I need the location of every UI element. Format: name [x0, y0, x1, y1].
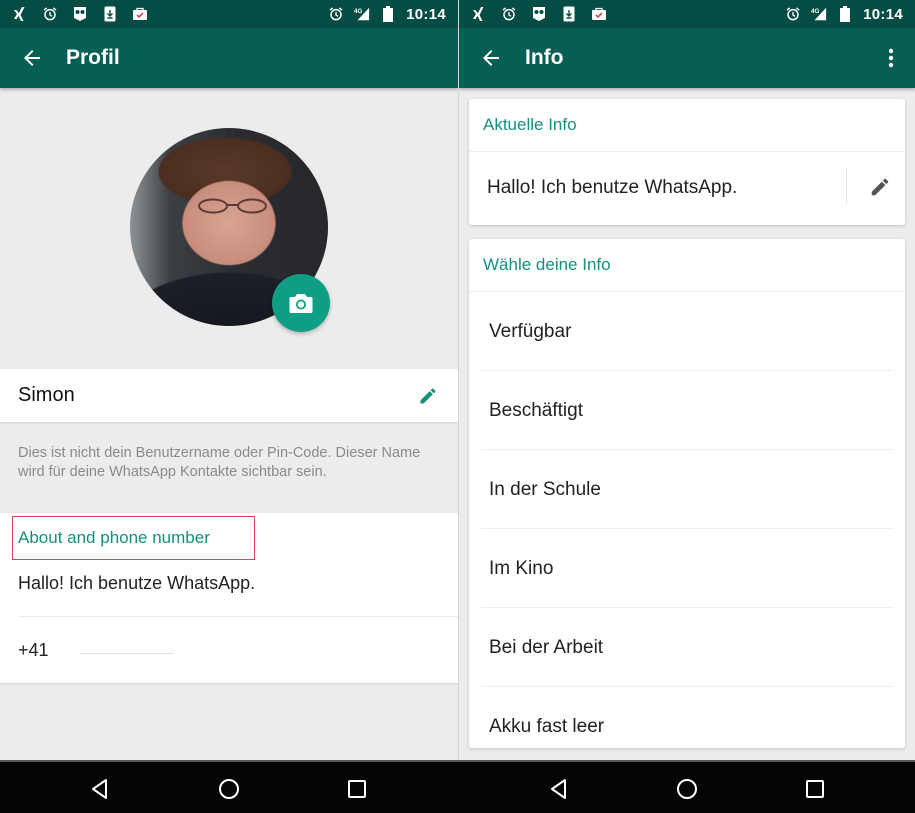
- edit-info-button[interactable]: [867, 174, 893, 200]
- current-info-text: Hallo! Ich benutze WhatsApp.: [487, 177, 738, 198]
- owl-icon: [72, 6, 88, 22]
- battery-icon: [380, 6, 396, 22]
- status-bar: 4G 10:14: [459, 0, 915, 28]
- status-bar: 4G 10:14: [0, 0, 458, 28]
- download-icon: [561, 6, 577, 22]
- overflow-menu-button[interactable]: [867, 28, 915, 88]
- name-field[interactable]: Simon: [0, 369, 458, 422]
- signal-4g-icon: 4G: [354, 6, 370, 22]
- alarm-icon: [785, 6, 801, 22]
- name-hint: Dies ist nicht dein Benutzername oder Pi…: [18, 445, 421, 480]
- alarm-icon: [328, 6, 344, 22]
- nav-back-button[interactable]: [87, 776, 113, 802]
- choose-info-header: Wähle deine Info: [469, 239, 905, 292]
- alarm-icon: [501, 6, 517, 22]
- back-button[interactable]: [0, 28, 64, 88]
- page-title: Profil: [66, 46, 120, 69]
- info-screen: 4G 10:14 Info Aktuelle Info Hallo! Ich b…: [458, 0, 915, 760]
- more-vert-icon: [888, 48, 894, 68]
- navigation-bar: [0, 760, 915, 813]
- svg-text:4G: 4G: [811, 8, 819, 15]
- phone-number-redacted: [80, 653, 174, 654]
- home-circle-icon: [677, 779, 697, 799]
- back-button[interactable]: [459, 28, 523, 88]
- svg-text:4G: 4G: [354, 8, 362, 15]
- change-photo-button[interactable]: [272, 274, 330, 332]
- clock: 10:14: [406, 5, 446, 23]
- divider: [18, 616, 458, 617]
- profile-photo-area: [130, 128, 330, 332]
- nav-recents-button[interactable]: [344, 776, 370, 802]
- status-option[interactable]: Im Kino: [469, 529, 905, 608]
- recents-square-icon: [348, 780, 366, 798]
- status-option[interactable]: Akku fast leer: [469, 687, 905, 748]
- status-option[interactable]: Verfügbar: [469, 292, 905, 371]
- divider: [846, 168, 847, 204]
- about-section-highlight: About and phone number: [12, 516, 255, 560]
- pencil-icon: [869, 176, 891, 198]
- briefcase-check-icon: [132, 6, 148, 22]
- status-option[interactable]: In der Schule: [469, 450, 905, 529]
- status-option[interactable]: Beschäftigt: [469, 371, 905, 450]
- signal-4g-icon: 4G: [811, 6, 827, 22]
- about-section-label: About and phone number: [18, 528, 210, 547]
- edit-name-button[interactable]: [416, 384, 440, 408]
- nav-recents-button[interactable]: [802, 776, 828, 802]
- nav-home-button[interactable]: [216, 776, 242, 802]
- choose-info-card: Wähle deine Info Verfügbar Beschäftigt I…: [469, 239, 905, 748]
- profile-screen: 4G 10:14 Profil Simon Dies ist nicht dei…: [0, 0, 458, 760]
- arrow-left-icon: [20, 46, 44, 70]
- nav-home-button[interactable]: [674, 776, 700, 802]
- alarm-icon: [42, 6, 58, 22]
- status-options-list: Verfügbar Beschäftigt In der Schule Im K…: [469, 292, 905, 748]
- app-bar: Info: [459, 28, 915, 88]
- app-bar: Profil: [0, 28, 458, 88]
- current-info-header: Aktuelle Info: [469, 99, 905, 152]
- home-circle-icon: [219, 779, 239, 799]
- profile-name: Simon: [18, 384, 75, 406]
- xing-icon: [471, 6, 487, 22]
- clock: 10:14: [863, 5, 903, 23]
- about-text[interactable]: Hallo! Ich benutze WhatsApp.: [18, 573, 255, 594]
- back-triangle-icon: [551, 779, 566, 799]
- status-option[interactable]: Bei der Arbeit: [469, 608, 905, 687]
- back-triangle-icon: [92, 779, 107, 799]
- current-info-row: Hallo! Ich benutze WhatsApp.: [469, 152, 905, 224]
- download-icon: [102, 6, 118, 22]
- arrow-left-icon: [479, 46, 503, 70]
- camera-icon: [289, 294, 313, 313]
- page-title: Info: [525, 46, 564, 69]
- about-card: About and phone number Hallo! Ich benutz…: [0, 513, 458, 683]
- nav-back-button[interactable]: [546, 776, 572, 802]
- xing-icon: [12, 6, 28, 22]
- pencil-icon: [418, 386, 438, 406]
- phone-number[interactable]: +41: [18, 640, 49, 661]
- owl-icon: [531, 6, 547, 22]
- recents-square-icon: [806, 780, 824, 798]
- current-info-card: Aktuelle Info Hallo! Ich benutze WhatsAp…: [469, 99, 905, 225]
- glasses-detail: [198, 198, 267, 214]
- battery-icon: [837, 6, 853, 22]
- briefcase-check-icon: [591, 6, 607, 22]
